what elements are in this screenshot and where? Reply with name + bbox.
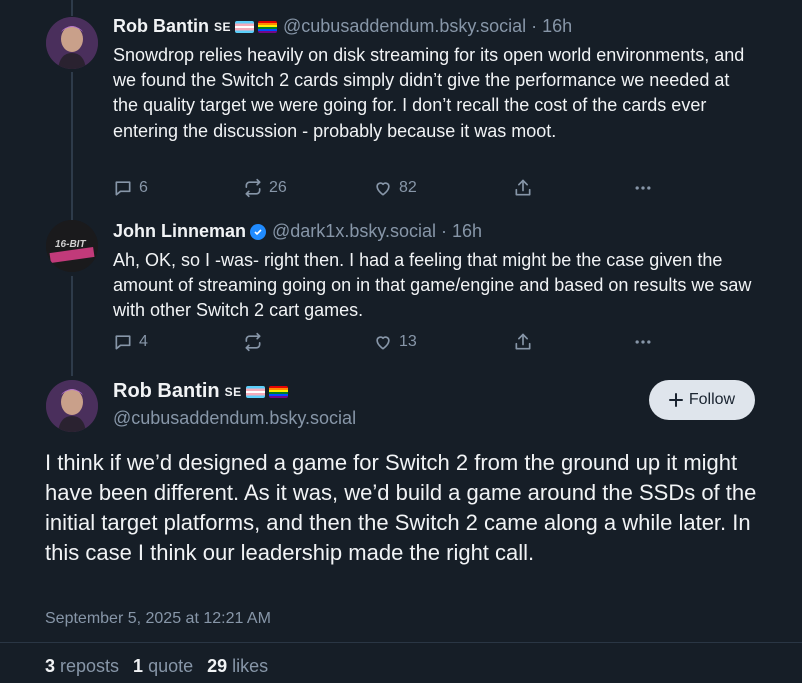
repost-icon <box>245 332 261 352</box>
reply-count: 4 <box>139 333 148 350</box>
like-button[interactable]: 82 <box>373 176 417 200</box>
repost-icon <box>245 178 261 198</box>
action-bar: 4 13 <box>113 330 658 354</box>
reply-button[interactable]: 6 <box>113 176 148 200</box>
separator-dot: · <box>441 221 448 241</box>
author-name[interactable]: Rob Bantin <box>113 380 220 403</box>
plus-icon <box>668 393 683 407</box>
like-button[interactable]: 13 <box>373 330 417 354</box>
more-icon <box>635 340 651 344</box>
quotes-stat[interactable]: 1 quote <box>133 656 193 677</box>
badge-text: SE <box>214 19 232 34</box>
avatar-text: 16-BIT <box>55 239 86 250</box>
author-name[interactable]: Rob Bantin <box>113 16 209 37</box>
rainbow-flag-icon <box>268 385 288 398</box>
rainbow-flag-icon <box>258 20 278 33</box>
quotes-value: 1 <box>133 656 144 676</box>
more-button[interactable] <box>633 176 653 200</box>
post-time[interactable]: 16h <box>452 221 482 242</box>
like-count: 82 <box>399 179 417 196</box>
badge-text: SE <box>224 384 242 399</box>
post-time[interactable]: 16h <box>542 16 572 37</box>
author-handle[interactable]: @dark1x.bsky.social <box>272 221 436 242</box>
more-icon <box>635 186 651 190</box>
post-text: Snowdrop relies heavily on disk streamin… <box>113 45 745 141</box>
likes-value: 29 <box>207 656 228 676</box>
reply-button[interactable]: 4 <box>113 330 148 354</box>
trans-flag-icon <box>245 385 265 398</box>
share-button[interactable] <box>513 176 533 200</box>
quotes-label: quote <box>148 656 194 676</box>
repost-count: 26 <box>269 179 287 196</box>
reposts-stat[interactable]: 3 reposts <box>45 656 119 677</box>
more-button[interactable] <box>633 330 653 354</box>
like-icon <box>376 182 390 196</box>
reply-post[interactable]: 16-BIT John Linneman @dark1x.bsky.social… <box>0 210 802 370</box>
reposts-label: reposts <box>60 656 120 676</box>
post-text: I think if we’d designed a game for Swit… <box>45 450 757 565</box>
author-handle[interactable]: @cubusaddendum.bsky.social <box>283 16 526 37</box>
reply-icon <box>115 181 131 196</box>
repost-button[interactable] <box>243 330 269 354</box>
likes-stat[interactable]: 29 likes <box>207 656 268 677</box>
post-text: Ah, OK, so I -was- right then. I had a f… <box>113 250 752 321</box>
reply-icon <box>115 335 131 350</box>
follow-button[interactable]: Follow <box>649 380 755 420</box>
follow-label: Follow <box>688 391 736 408</box>
action-bar: 6 26 82 <box>113 176 658 200</box>
post-date[interactable]: September 5, 2025 at 12:21 AM <box>45 610 271 628</box>
divider <box>0 642 802 643</box>
separator-dot: · <box>531 16 538 36</box>
trans-flag-icon <box>235 20 255 33</box>
share-icon <box>515 333 531 350</box>
likes-label: likes <box>232 656 269 676</box>
share-icon <box>515 179 531 196</box>
reply-post[interactable]: Rob Bantin SE @cubusaddendum.bsky.social… <box>0 0 802 210</box>
post-stats: 3 reposts 1 quote 29 likes <box>45 656 268 677</box>
share-button[interactable] <box>513 330 533 354</box>
avatar[interactable] <box>46 380 98 432</box>
author-handle[interactable]: @cubusaddendum.bsky.social <box>113 408 356 429</box>
like-count: 13 <box>399 333 417 350</box>
author-name[interactable]: John Linneman <box>113 221 246 242</box>
reply-count: 6 <box>139 179 148 196</box>
avatar[interactable] <box>46 17 98 69</box>
like-icon <box>376 336 390 350</box>
repost-button[interactable]: 26 <box>243 176 287 200</box>
verified-icon <box>250 223 267 240</box>
avatar[interactable]: 16-BIT <box>46 220 98 272</box>
reposts-value: 3 <box>45 656 56 676</box>
